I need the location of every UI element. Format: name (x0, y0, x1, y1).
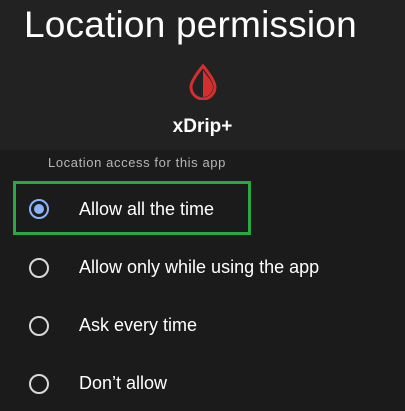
radio-button[interactable] (29, 316, 49, 336)
option-label: Allow only while using the app (79, 257, 320, 277)
option-label: Don’t allow (79, 373, 168, 393)
radio-button[interactable] (29, 374, 49, 394)
option-dont-allow[interactable]: Don’t allow (0, 355, 405, 411)
blood-drop-icon (189, 64, 217, 100)
option-label: Ask every time (79, 315, 198, 335)
page-title: Location permission (24, 4, 357, 45)
highlight-annotation-box (13, 181, 251, 235)
option-ask-every-time[interactable]: Ask every time (0, 297, 405, 353)
section-label: Location access for this app (48, 155, 226, 170)
radio-button[interactable] (29, 258, 49, 278)
permission-screen: Location permission xDrip+ Location acce… (0, 0, 405, 411)
app-name: xDrip+ (172, 116, 233, 137)
option-allow-while-using[interactable]: Allow only while using the app (0, 239, 405, 295)
app-header: Location permission xDrip+ (0, 0, 405, 150)
